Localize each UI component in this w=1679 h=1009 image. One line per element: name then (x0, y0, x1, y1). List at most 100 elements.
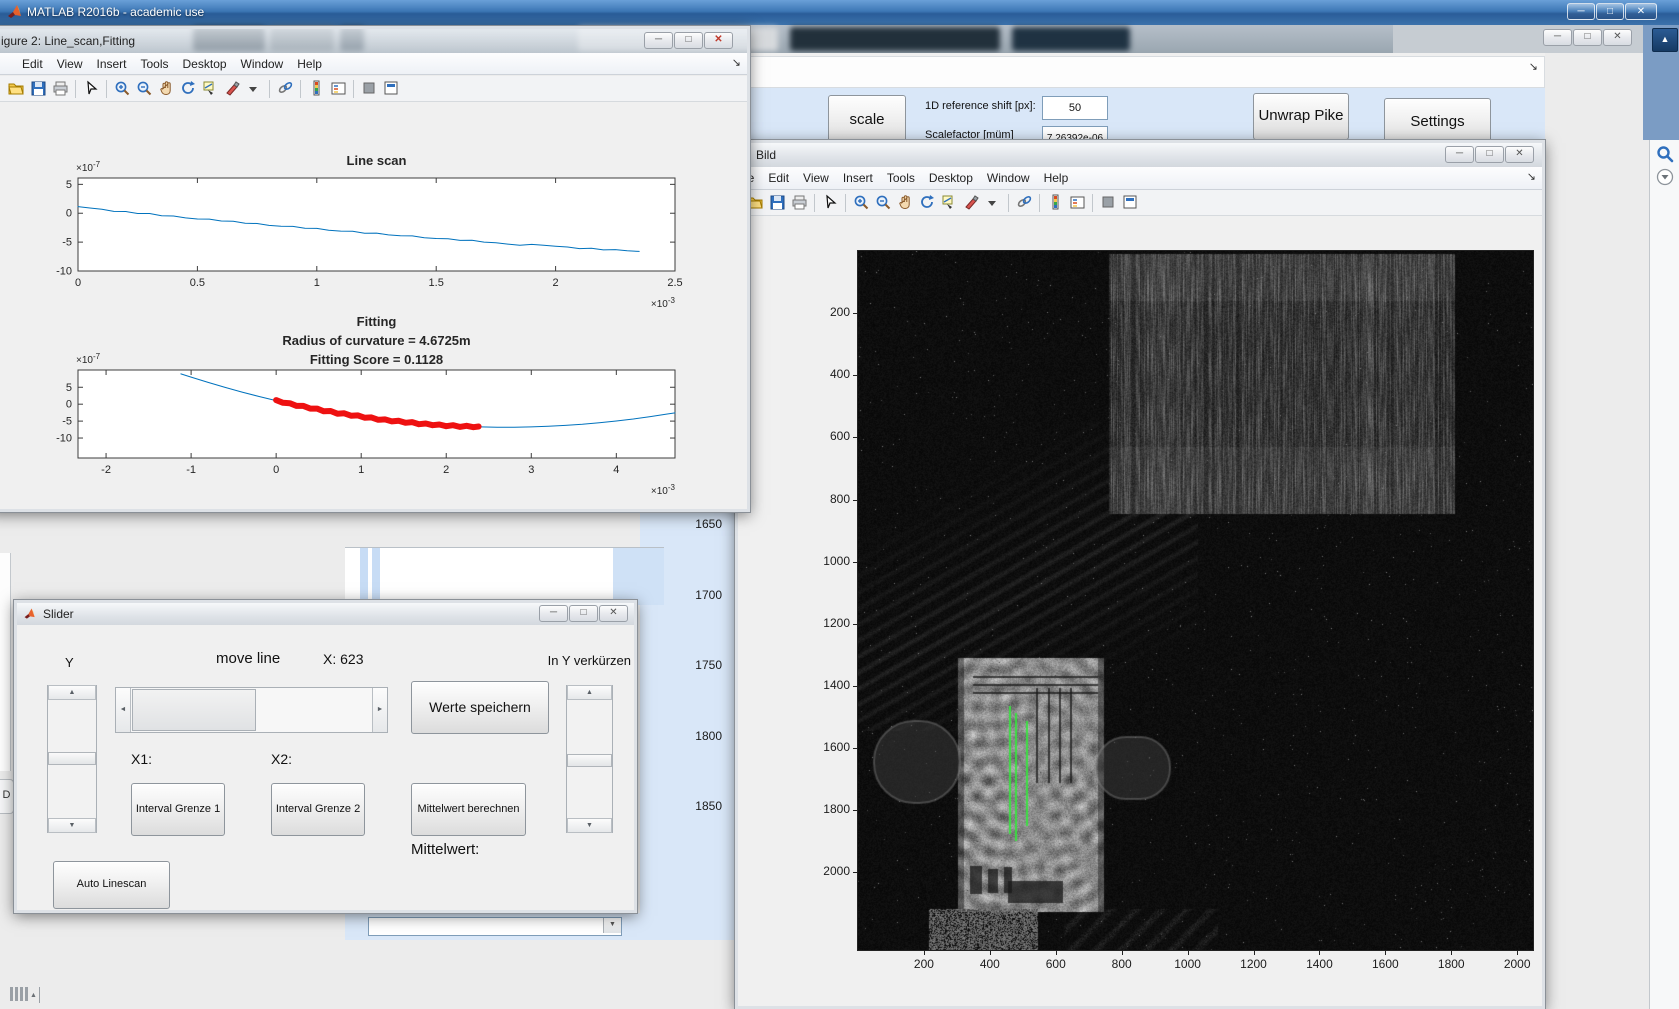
combo-dropdown-button[interactable]: ▼ (603, 918, 621, 933)
datacursor-icon[interactable] (199, 79, 221, 99)
print-icon[interactable] (49, 79, 71, 99)
menu-item-window[interactable]: Window (234, 53, 291, 71)
y-slider-right[interactable]: ▲ ▼ (566, 685, 613, 833)
search-icon[interactable] (1656, 145, 1674, 163)
legend-icon[interactable] (327, 79, 349, 99)
save-values-button[interactable]: Werte speichern (411, 681, 549, 734)
brush-icon[interactable] (221, 79, 243, 99)
slider-window-buttons: ─ □ ✕ (539, 605, 628, 622)
slider-thumb[interactable] (567, 754, 612, 767)
figure2-minimize-button[interactable]: ─ (644, 32, 673, 49)
menu-item-insert[interactable]: Insert (836, 167, 880, 185)
slider-right-arrow[interactable]: ► (372, 688, 387, 732)
background-axis-tick: 1800 (652, 729, 722, 743)
dock-figure-icon[interactable]: ↘ (1527, 170, 1536, 183)
brush-icon[interactable] (960, 193, 982, 213)
bg-minimize-button[interactable]: ─ (1543, 29, 1572, 46)
figure2-window: igure 2: Line_scan,Fitting ─ □ ✕ ↘ EditV… (0, 26, 750, 512)
bg-close-button[interactable]: ✕ (1603, 29, 1632, 46)
zoom-in-icon[interactable] (850, 193, 872, 213)
caret-icon[interactable] (243, 79, 265, 99)
menu-item-tools[interactable]: Tools (880, 167, 922, 185)
menu-item-insert[interactable]: Insert (89, 53, 133, 71)
open-icon[interactable] (5, 79, 27, 99)
link-icon[interactable] (274, 79, 296, 99)
figure2-close-button[interactable]: ✕ (704, 32, 733, 49)
menu-item-help[interactable]: Help (290, 53, 329, 71)
slider-minimize-button[interactable]: ─ (539, 605, 568, 622)
slider-up-arrow[interactable]: ▲ (567, 685, 612, 700)
slider-thumb[interactable] (48, 752, 96, 765)
figure2-titlebar[interactable]: igure 2: Line_scan,Fitting ─ □ ✕ (0, 29, 747, 53)
colorbar-icon[interactable] (305, 79, 327, 99)
bild-titlebar[interactable]: Bild ─ □ ✕ (738, 143, 1542, 167)
os-maximize-button[interactable]: □ (1596, 3, 1624, 20)
slider-down-arrow[interactable]: ▼ (48, 818, 96, 833)
dock-a-icon[interactable] (1097, 193, 1119, 213)
calc-mean-button[interactable]: Mittelwert berechnen (411, 783, 526, 836)
colorbar-icon[interactable] (1044, 193, 1066, 213)
dock-figure-icon[interactable]: ↘ (1529, 60, 1538, 73)
menu-item-help[interactable]: Help (1037, 167, 1076, 185)
print-icon[interactable] (788, 193, 810, 213)
menu-item-view[interactable]: View (50, 53, 90, 71)
caret-icon[interactable] (982, 193, 1004, 213)
interval-limit1-button[interactable]: Interval Grenze 1 (131, 783, 225, 836)
slider-titlebar[interactable]: Slider ─ □ ✕ (17, 603, 634, 625)
interval-limit2-button[interactable]: Interval Grenze 2 (271, 783, 365, 836)
zoom-out-icon[interactable] (872, 193, 894, 213)
os-close-button[interactable]: ✕ (1625, 3, 1657, 20)
rotate-icon[interactable] (916, 193, 938, 213)
pan-icon[interactable] (155, 79, 177, 99)
window-grip[interactable]: ▲ (10, 987, 40, 1006)
pointer-icon[interactable] (819, 193, 841, 213)
settings-button[interactable]: Settings (1384, 98, 1491, 140)
dock-a-icon[interactable] (358, 79, 380, 99)
y-slider-left[interactable]: ▲ ▼ (47, 685, 97, 833)
menu-item-edit[interactable]: Edit (15, 53, 50, 71)
dropdown-circle-icon[interactable] (1656, 168, 1674, 186)
move-line-slider[interactable]: ◄ ► (115, 687, 388, 733)
slider-thumb[interactable] (132, 689, 256, 731)
collapse-panel-button[interactable]: ▲ (1652, 28, 1678, 52)
menu-item-view[interactable]: View (796, 167, 836, 185)
menu-item-edit[interactable]: Edit (761, 167, 796, 185)
figure2-maximize-button[interactable]: □ (674, 32, 703, 49)
os-minimize-button[interactable]: ─ (1567, 3, 1595, 20)
zoom-in-icon[interactable] (111, 79, 133, 99)
scale-button[interactable]: scale (828, 95, 906, 140)
y-label: Y (65, 655, 74, 670)
save-icon[interactable] (27, 79, 49, 99)
rotate-icon[interactable] (177, 79, 199, 99)
menu-item-desktop[interactable]: Desktop (176, 53, 234, 71)
slider-left-arrow[interactable]: ◄ (116, 688, 131, 732)
pointer-icon[interactable] (80, 79, 102, 99)
save-icon[interactable] (766, 193, 788, 213)
link-icon[interactable] (1013, 193, 1035, 213)
menu-item-desktop[interactable]: Desktop (922, 167, 980, 185)
slider-down-arrow[interactable]: ▼ (567, 818, 612, 833)
ref-shift-input[interactable] (1042, 96, 1108, 120)
dock-b-icon[interactable] (380, 79, 402, 99)
bild-close-button[interactable]: ✕ (1505, 146, 1534, 163)
slider-maximize-button[interactable]: □ (569, 605, 598, 622)
dock-b-icon[interactable] (1119, 193, 1141, 213)
dock-figure-icon[interactable]: ↘ (732, 56, 741, 69)
scalefactor-input[interactable] (1042, 126, 1108, 140)
bild-minimize-button[interactable]: ─ (1445, 146, 1474, 163)
docked-tab-d[interactable]: D (0, 779, 14, 814)
datacursor-icon[interactable] (938, 193, 960, 213)
legend-icon[interactable] (1066, 193, 1088, 213)
combo-box[interactable]: ▼ (368, 917, 622, 936)
slider-up-arrow[interactable]: ▲ (48, 685, 96, 700)
slider-close-button[interactable]: ✕ (599, 605, 628, 622)
menu-item-tools[interactable]: Tools (134, 53, 176, 71)
bild-x-tick: 1000 (1170, 957, 1206, 971)
bg-maximize-button[interactable]: □ (1573, 29, 1602, 46)
zoom-out-icon[interactable] (133, 79, 155, 99)
menu-item-window[interactable]: Window (980, 167, 1037, 185)
bild-maximize-button[interactable]: □ (1475, 146, 1504, 163)
auto-linescan-button[interactable]: Auto Linescan (53, 861, 170, 909)
pan-icon[interactable] (894, 193, 916, 213)
unwrap-pike-button[interactable]: Unwrap Pike (1253, 93, 1349, 140)
